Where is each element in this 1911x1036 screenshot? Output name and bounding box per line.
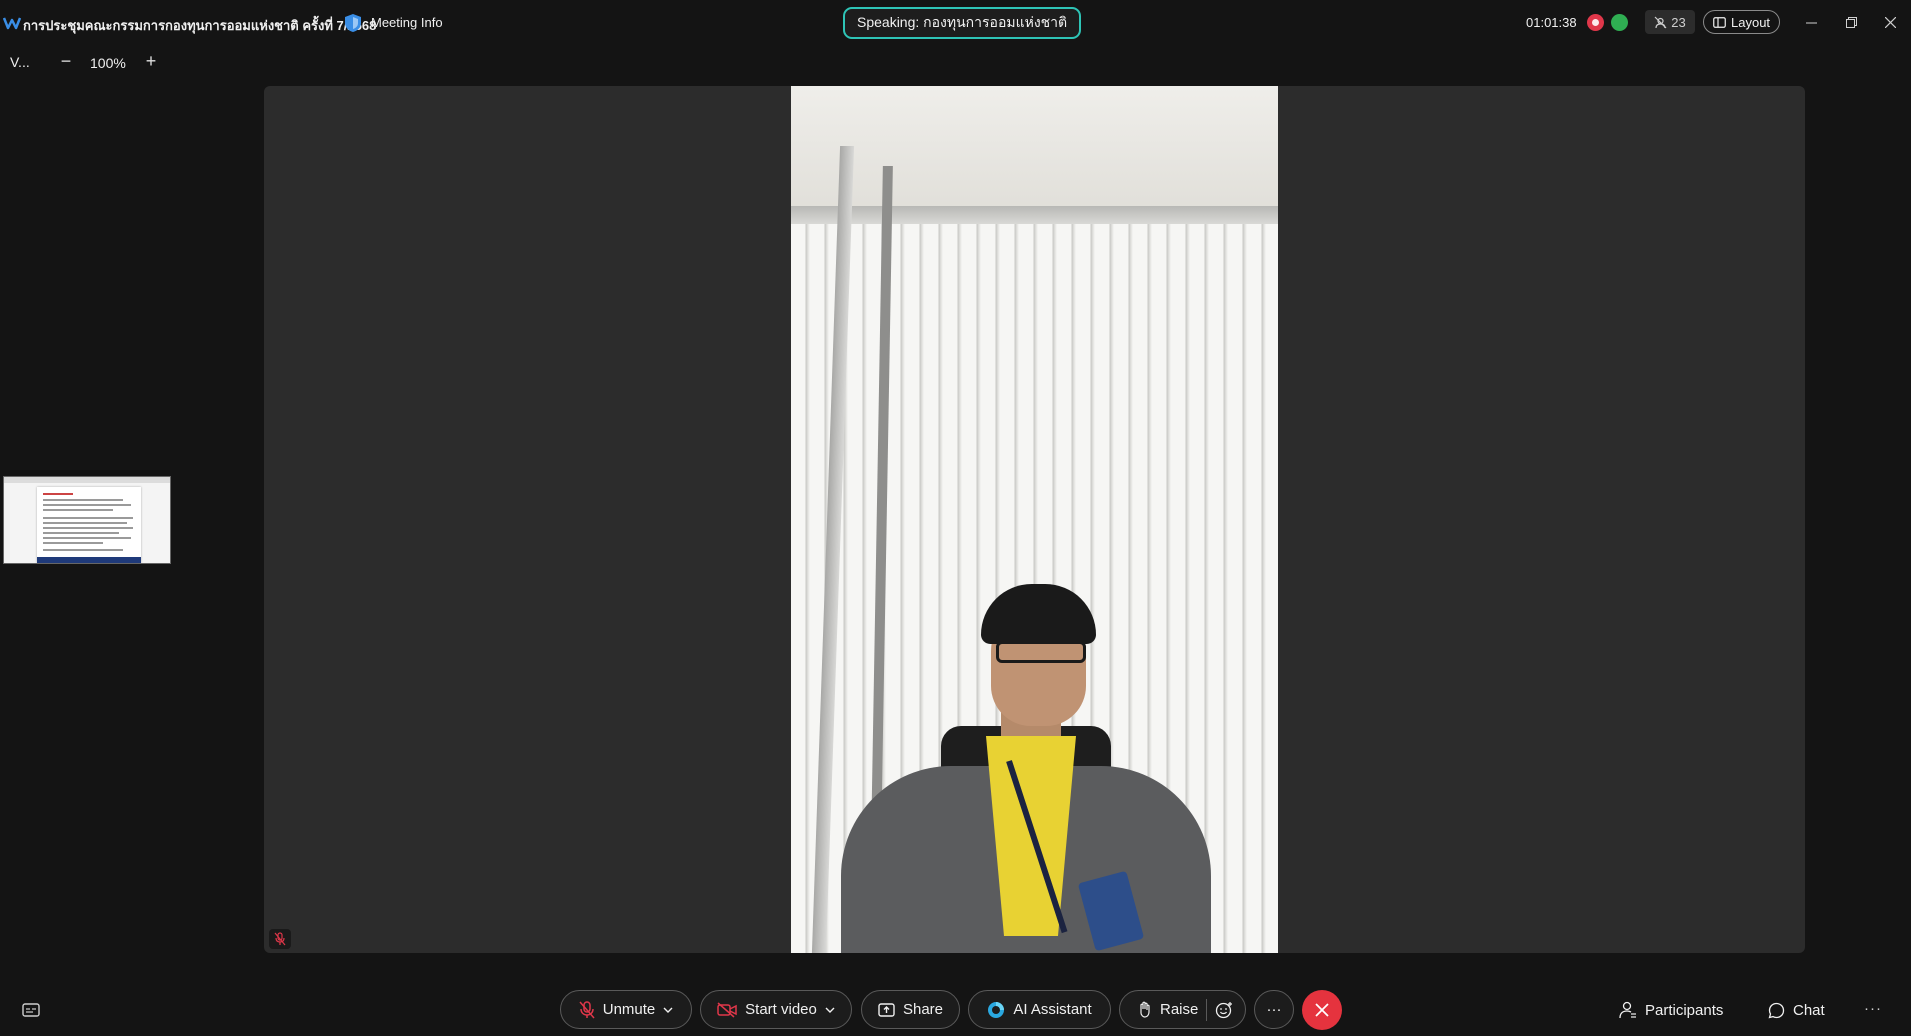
video-blind-rail — [791, 206, 1278, 224]
ai-assistant-icon — [988, 1001, 1005, 1018]
zoom-out-button[interactable]: − — [57, 51, 75, 71]
raise-hand-icon — [1140, 1001, 1150, 1018]
meeting-timer: 01:01:38 — [1526, 15, 1577, 30]
recording-icon[interactable] — [1587, 14, 1604, 31]
thumbnail-toolbar — [4, 477, 170, 483]
layout-label: Layout — [1731, 14, 1771, 30]
meeting-info-link[interactable]: Meeting Info — [371, 15, 443, 30]
thumb-line — [43, 532, 119, 534]
raise-hand-button[interactable]: Raise — [1119, 990, 1246, 1029]
thumb-line — [43, 542, 103, 544]
shared-content-thumbnail[interactable] — [3, 476, 171, 564]
meeting-title: การประชุมคณะกรรมการกองทุนการออมแห่งชาติ … — [23, 18, 377, 33]
leave-meeting-button[interactable] — [1302, 990, 1342, 1030]
start-video-label: Start video — [745, 1001, 817, 1018]
mic-muted-icon — [274, 932, 286, 946]
zoom-in-button[interactable]: + — [142, 51, 160, 71]
network-health-icon[interactable] — [1611, 14, 1628, 31]
ai-assistant-button[interactable]: AI Assistant — [968, 990, 1111, 1029]
zoom-level: 100% — [90, 55, 126, 71]
chat-label: Chat — [1793, 1001, 1825, 1019]
share-button[interactable]: Share — [861, 990, 960, 1029]
thumb-line — [43, 493, 73, 495]
participants-button[interactable]: Participants — [1619, 999, 1723, 1021]
video-off-icon — [717, 1001, 737, 1018]
chevron-down-icon[interactable] — [663, 1007, 673, 1013]
participant-count: 23 — [1671, 14, 1686, 30]
thumb-line — [43, 527, 133, 529]
mic-muted-icon — [579, 1000, 595, 1018]
minimize-icon — [1805, 22, 1817, 23]
close-icon — [1884, 16, 1896, 28]
shield-icon[interactable] — [344, 13, 362, 33]
ai-assistant-label: AI Assistant — [1013, 1001, 1092, 1018]
restore-button[interactable] — [1841, 12, 1861, 32]
chat-button[interactable]: Chat — [1768, 999, 1825, 1021]
more-panels-button[interactable]: ··· — [1864, 1000, 1882, 1017]
chat-icon — [1768, 1002, 1785, 1018]
thumb-line — [43, 499, 123, 501]
thumb-line — [43, 537, 131, 539]
thumb-line — [43, 522, 127, 524]
layout-icon — [1713, 16, 1726, 28]
active-speaker-indicator: Speaking: กองทุนการออมแห่งชาติ — [843, 7, 1082, 39]
participants-icon — [1619, 1001, 1636, 1019]
share-screen-icon — [878, 1002, 895, 1017]
captions-icon[interactable] — [21, 1000, 41, 1020]
view-dropdown[interactable]: V... — [10, 54, 30, 70]
title-bar: การประชุมคณะกรรมการกองทุนการออมแห่งชาติ … — [0, 0, 1911, 46]
share-label: Share — [902, 1001, 944, 1018]
hidden-participants-icon — [1654, 16, 1667, 28]
thumbnail-document-page — [37, 487, 141, 563]
thumb-line — [43, 509, 113, 511]
unmute-label: Unmute — [602, 1001, 656, 1018]
active-speaker-label: Speaking: กองทุนการออมแห่งชาติ — [857, 14, 1068, 30]
more-options-button[interactable]: ··· — [1254, 990, 1294, 1029]
close-window-button[interactable] — [1880, 12, 1900, 32]
unmute-button[interactable]: Unmute — [560, 990, 692, 1029]
video-person-glasses — [996, 641, 1086, 663]
chevron-down-icon[interactable] — [825, 1007, 835, 1013]
close-icon — [1315, 1003, 1329, 1017]
stage-mute-indicator — [269, 929, 291, 949]
participant-count-badge[interactable]: 23 — [1645, 10, 1695, 34]
start-video-button[interactable]: Start video — [700, 990, 852, 1029]
thumb-line — [43, 549, 123, 551]
raise-label: Raise — [1160, 1001, 1199, 1018]
participants-label: Participants — [1645, 1001, 1724, 1019]
layout-button[interactable]: Layout — [1703, 10, 1781, 34]
thumb-line — [43, 504, 131, 506]
webex-logo-icon — [3, 17, 21, 30]
main-video-stage — [264, 86, 1805, 953]
thumb-footer — [37, 557, 141, 563]
toolbar-divider — [1206, 998, 1208, 1021]
active-speaker-video[interactable] — [791, 86, 1278, 953]
restore-icon — [1845, 16, 1857, 28]
thumb-line — [43, 517, 133, 519]
more-options-label: ··· — [1266, 1001, 1282, 1018]
reactions-icon[interactable] — [1215, 1001, 1233, 1019]
minimize-button[interactable] — [1801, 12, 1821, 32]
